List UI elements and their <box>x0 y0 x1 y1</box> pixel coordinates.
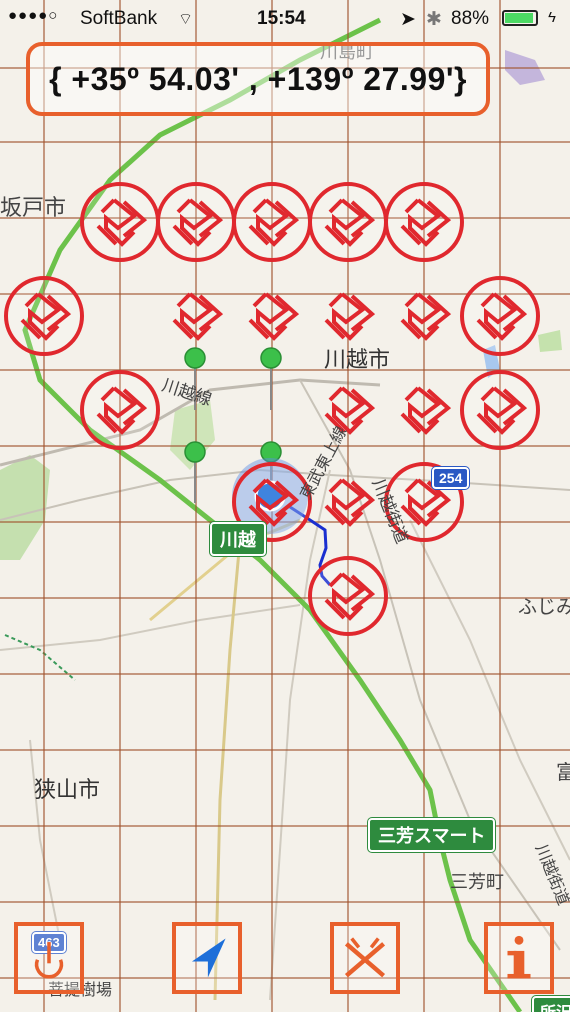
map-label-tomi: 富 <box>556 762 570 784</box>
station-marker-circled[interactable] <box>80 182 160 262</box>
station-marker[interactable] <box>400 292 452 341</box>
info-icon <box>507 935 531 979</box>
status-bar: ●●●●○ SoftBank ⌔ 15:54 ➤ ✱ 88% ϟ <box>0 0 570 38</box>
station-marker-circled[interactable] <box>384 182 464 262</box>
locate-me-button[interactable] <box>172 922 242 994</box>
miyoshi-smart-ic-shield: 三芳スマート <box>368 818 496 852</box>
battery-icon <box>502 10 538 26</box>
map-label-sayama: 狭山市 <box>34 777 101 802</box>
station-marker[interactable] <box>324 292 376 341</box>
power-icon <box>34 942 64 979</box>
green-pin-marker <box>260 347 282 369</box>
map-label-kawagoe-city: 川越市 <box>324 347 391 372</box>
map-label-miyoshi: 三芳町 <box>450 872 504 892</box>
coordinate-readout[interactable]: { +35º 54.03' , +139º 27.99'} <box>26 42 490 116</box>
station-marker-circled[interactable] <box>308 182 388 262</box>
charging-icon: ϟ <box>548 9 556 26</box>
info-button[interactable] <box>484 922 554 994</box>
tokorozawa-shield: 所沢 <box>532 996 570 1012</box>
kawagoe-station-shield: 川越 <box>210 522 266 556</box>
station-marker-circled[interactable] <box>460 276 540 356</box>
station-marker[interactable] <box>172 292 224 341</box>
station-marker-circled[interactable] <box>460 370 540 450</box>
station-marker-circled[interactable] <box>4 276 84 356</box>
wifi-icon: ⌔ <box>178 11 194 28</box>
carrier-name: SoftBank <box>80 8 158 29</box>
station-marker[interactable] <box>248 292 300 341</box>
map-symbol-icon <box>344 937 386 978</box>
power-button[interactable] <box>14 922 84 994</box>
map-canvas[interactable] <box>0 0 570 1012</box>
battery-percent: 88% <box>451 8 490 29</box>
map-type-button[interactable] <box>330 922 400 994</box>
route-254-shield: 254 <box>432 467 470 489</box>
bluetooth-icon: ✱ <box>426 9 442 30</box>
map-screen: 川島町 坂戸市 川越市 川越線 東武東上線 川越街道 ふじみ 狭山市 三芳町 富… <box>0 0 570 1012</box>
station-marker[interactable] <box>400 386 452 435</box>
location-services-icon: ➤ <box>400 9 416 30</box>
map-label-fujimino: ふじみ <box>518 597 570 618</box>
station-marker-circled[interactable] <box>308 556 388 636</box>
station-marker-circled[interactable] <box>156 182 236 262</box>
navigation-arrow-icon <box>191 938 226 978</box>
station-marker-circled[interactable] <box>80 370 160 450</box>
map-label-sakado: 坂戸市 <box>0 195 67 220</box>
green-pin-marker <box>184 441 206 463</box>
green-pin-marker <box>184 347 206 369</box>
signal-strength-icon: ●●●●○ <box>8 7 59 24</box>
station-marker-circled[interactable] <box>232 182 312 262</box>
clock-time: 15:54 <box>257 8 306 29</box>
